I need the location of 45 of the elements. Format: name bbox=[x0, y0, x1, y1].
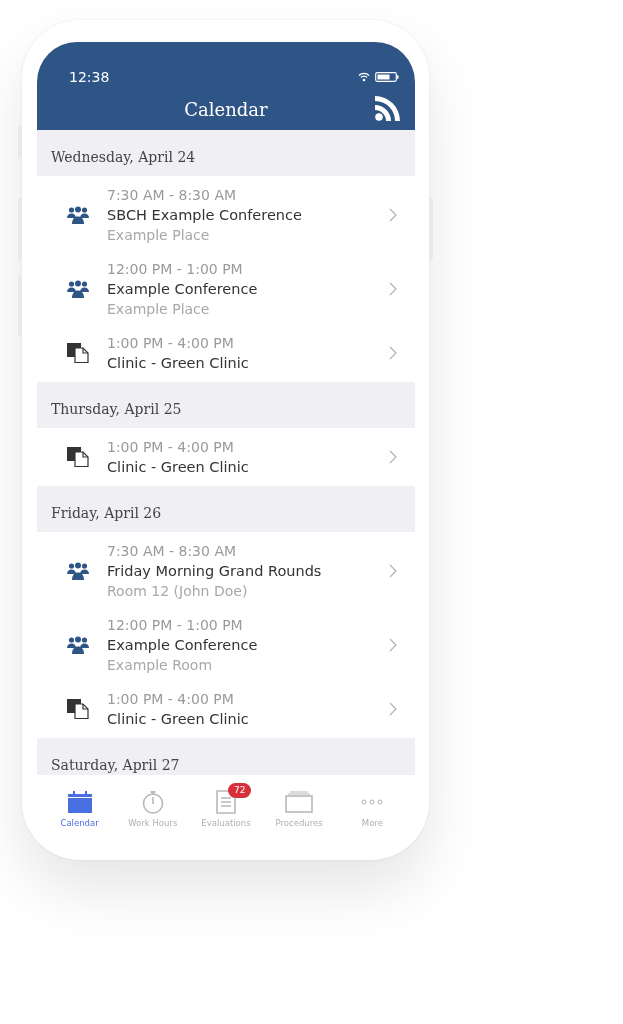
wifi-icon bbox=[358, 72, 370, 82]
event-title: Clinic - Green Clinic bbox=[107, 354, 250, 373]
more-icon bbox=[361, 799, 384, 805]
event-title: SBCH Example Conference bbox=[107, 206, 303, 225]
people-icon bbox=[67, 636, 89, 654]
event-title: Example Conference bbox=[107, 636, 259, 655]
event-title: Example Conference bbox=[107, 280, 259, 299]
event-time: 1:00 PM - 4:00 PM bbox=[107, 690, 235, 709]
event-time: 7:30 AM - 8:30 AM bbox=[107, 542, 238, 561]
event-title: Friday Morning Grand Rounds bbox=[107, 562, 323, 581]
documents-icon bbox=[67, 343, 89, 363]
event-time: 12:00 PM - 1:00 PM bbox=[107, 616, 244, 635]
chevron-icon bbox=[389, 208, 397, 222]
chevron-icon bbox=[389, 450, 397, 464]
calendar-icon bbox=[67, 791, 92, 813]
tab-item[interactable]: 72 Evaluations bbox=[195, 775, 256, 828]
chevron-icon bbox=[389, 638, 397, 652]
event-location: Example Place bbox=[107, 226, 211, 245]
event-title: Clinic - Green Clinic bbox=[107, 710, 250, 729]
event-time: 7:30 AM - 8:30 AM bbox=[107, 186, 238, 205]
chevron-icon bbox=[389, 702, 397, 716]
people-icon bbox=[67, 206, 89, 224]
chevron-icon bbox=[389, 282, 397, 296]
event-location: Room 12 (John Doe) bbox=[107, 582, 249, 601]
document-icon bbox=[215, 790, 236, 814]
event-location: Example Room bbox=[107, 656, 214, 675]
rss-feed-icon[interactable] bbox=[375, 96, 400, 121]
count-badge: 72 bbox=[227, 783, 252, 798]
battery-icon bbox=[375, 72, 399, 82]
screen-title: Calendar bbox=[184, 98, 268, 120]
tray-icon bbox=[285, 791, 314, 813]
event-time: 1:00 PM - 4:00 PM bbox=[107, 334, 235, 353]
event-title: Clinic - Green Clinic bbox=[107, 458, 250, 477]
chevron-icon bbox=[389, 346, 397, 360]
event-time: 1:00 PM - 4:00 PM bbox=[107, 438, 235, 457]
event-location: Example Place bbox=[107, 300, 211, 319]
documents-icon bbox=[67, 447, 89, 467]
people-icon bbox=[67, 280, 89, 298]
chevron-icon bbox=[389, 564, 397, 578]
documents-icon bbox=[67, 699, 89, 719]
clock-time: 12:38 bbox=[69, 69, 111, 85]
stopwatch-icon bbox=[140, 790, 165, 814]
people-icon bbox=[67, 562, 89, 580]
tab-item[interactable]: Calendar bbox=[49, 775, 110, 828]
event-time: 12:00 PM - 1:00 PM bbox=[107, 260, 244, 279]
